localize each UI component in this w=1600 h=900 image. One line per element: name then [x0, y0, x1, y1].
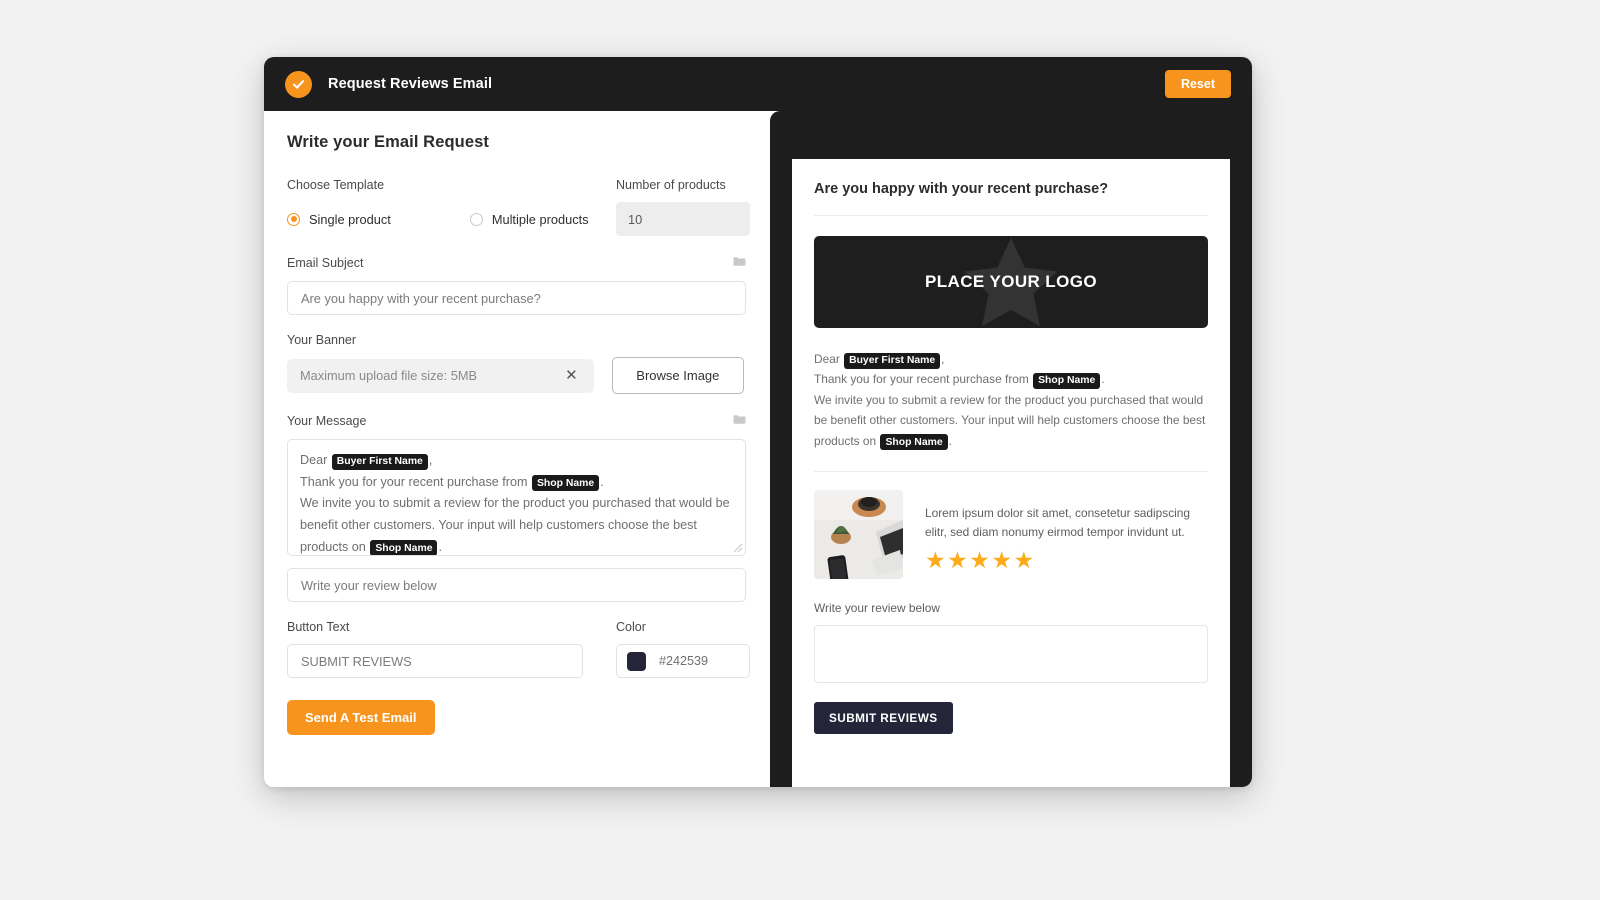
preview-line-3-pre: We invite you to submit a review for the… [814, 392, 1206, 448]
preview-line-1-pre: Dear [814, 352, 844, 366]
preview-review-label: Write your review below [814, 601, 940, 616]
email-preview-card: Are you happy with your recent purchase?… [792, 159, 1230, 787]
email-subject-section: Email Subject [287, 254, 746, 315]
color-label: Color [616, 620, 646, 634]
radio-multiple-products[interactable]: Multiple products [469, 211, 589, 227]
color-hex-value: #242539 [659, 654, 709, 668]
message-line-3-pre: We invite you to submit a review for the… [300, 496, 730, 554]
preview-review-textarea[interactable] [814, 625, 1208, 684]
app-window: Request Reviews Email Reset Write your E… [264, 57, 1252, 787]
product-image [814, 490, 903, 580]
button-text-column: Button Text [287, 620, 614, 678]
template-column: Choose Template Single product Multiple … [287, 178, 614, 236]
preview-line-1: Dear Buyer First Name, [814, 349, 1208, 369]
email-subject-label-line: Email Subject [287, 254, 746, 272]
number-of-products-input[interactable] [616, 202, 750, 236]
review-prompt-section [287, 568, 746, 602]
preview-line-2-post: . [1101, 372, 1105, 387]
token-buyer-first-name: Buyer First Name [331, 453, 428, 470]
message-line-2-pre: Thank you for your recent purchase from [300, 474, 531, 489]
message-line-1-pre: Dear [300, 453, 331, 467]
banner-upload-row: Maximum upload file size: 5MB ✕ Browse I… [287, 357, 744, 394]
token-shop-name: Shop Name [370, 540, 438, 555]
radio-dot-icon [469, 212, 483, 226]
product-description: Lorem ipsum dolor sit amet, consetetur s… [925, 506, 1191, 540]
preview-line-1-post: , [941, 352, 945, 366]
template-row: Choose Template Single product Multiple … [287, 178, 750, 236]
form-panel-title: Write your Email Request [287, 133, 489, 151]
radio-dot-selected-icon [287, 212, 300, 226]
choose-template-label: Choose Template [287, 178, 385, 192]
token-shop-name: Shop Name [1033, 372, 1101, 389]
banner-section: Your Banner Maximum upload file size: 5M… [287, 333, 744, 394]
preview-submit-reviews-button[interactable]: SUBMIT REVIEWS [814, 702, 953, 735]
message-line-3: We invite you to submit a review for the… [300, 493, 733, 555]
preview-panel: Are you happy with your recent purchase?… [770, 111, 1252, 787]
titlebar: Request Reviews Email Reset [264, 57, 1252, 111]
template-radio-group: Single product Multiple products [287, 202, 614, 236]
number-of-products-label: Number of products [616, 178, 726, 192]
logo-placeholder-band: PLACE YOUR LOGO [814, 236, 1208, 328]
preview-body: Dear Buyer First Name, Thank you for you… [814, 349, 1208, 451]
button-style-row: Button Text Color #242539 [287, 620, 750, 678]
send-test-email-button[interactable]: Send A Test Email [287, 700, 435, 735]
message-line-1: Dear Buyer First Name, [300, 450, 733, 472]
message-line-2: Thank you for your recent purchase from … [300, 472, 733, 494]
message-label-line: Your Message [287, 412, 746, 430]
star-rating: ★★★★★ [925, 546, 1036, 573]
banner-upload-hint: Maximum upload file size: 5MB [300, 368, 478, 383]
message-textarea[interactable]: Dear Buyer First Name, Thank you for you… [287, 439, 746, 556]
preview-line-3-post: . [948, 433, 952, 448]
button-text-input[interactable] [287, 644, 583, 678]
window-body: Write your Email Request Choose Template… [264, 111, 1252, 787]
folder-icon[interactable] [733, 254, 746, 272]
radio-single-product[interactable]: Single product [287, 212, 391, 227]
product-count-column: Number of products [616, 178, 750, 236]
preview-line-2-pre: Thank you for your recent purchase from [814, 372, 1033, 387]
banner-upload-field[interactable]: Maximum upload file size: 5MB ✕ [287, 358, 594, 393]
color-swatch[interactable] [627, 651, 646, 671]
form-panel: Write your Email Request Choose Template… [264, 111, 770, 787]
email-subject-input[interactable] [287, 281, 746, 315]
browse-image-button[interactable]: Browse Image [611, 357, 744, 394]
preview-line-2: Thank you for your recent purchase from … [814, 369, 1208, 389]
resize-grip-icon[interactable] [732, 542, 743, 553]
message-line-2-post: . [600, 474, 604, 489]
preview-subject-heading: Are you happy with your recent purchase? [814, 181, 1208, 216]
message-section: Your Message Dear Buyer First Name, Than… [287, 412, 746, 556]
token-shop-name: Shop Name [532, 475, 600, 492]
button-text-label: Button Text [287, 620, 350, 634]
token-buyer-first-name: Buyer First Name [844, 352, 941, 369]
review-prompt-input[interactable] [287, 568, 746, 602]
your-message-label: Your Message [287, 414, 367, 428]
reset-button[interactable]: Reset [1164, 70, 1231, 98]
close-icon[interactable]: ✕ [562, 366, 581, 385]
color-picker[interactable]: #242539 [616, 644, 750, 678]
product-row: Lorem ipsum dolor sit amet, consetetur s… [814, 471, 1208, 580]
page-title: Request Reviews Email [328, 76, 493, 92]
email-subject-label: Email Subject [287, 256, 364, 270]
radio-single-product-label: Single product [309, 211, 391, 227]
folder-icon[interactable] [733, 412, 746, 430]
message-line-1-post: , [428, 453, 433, 467]
preview-line-3: We invite you to submit a review for the… [814, 390, 1208, 451]
product-info: Lorem ipsum dolor sit amet, consetetur s… [925, 490, 1208, 579]
your-banner-label: Your Banner [287, 333, 357, 347]
logo-placeholder-text: PLACE YOUR LOGO [925, 272, 1097, 291]
desk-flatlay-photo [814, 490, 903, 580]
token-shop-name: Shop Name [880, 434, 948, 451]
message-line-3-post: . [438, 539, 442, 554]
color-column: Color #242539 [616, 620, 750, 678]
check-circle-icon [285, 70, 312, 98]
radio-multiple-products-label: Multiple products [491, 211, 589, 227]
